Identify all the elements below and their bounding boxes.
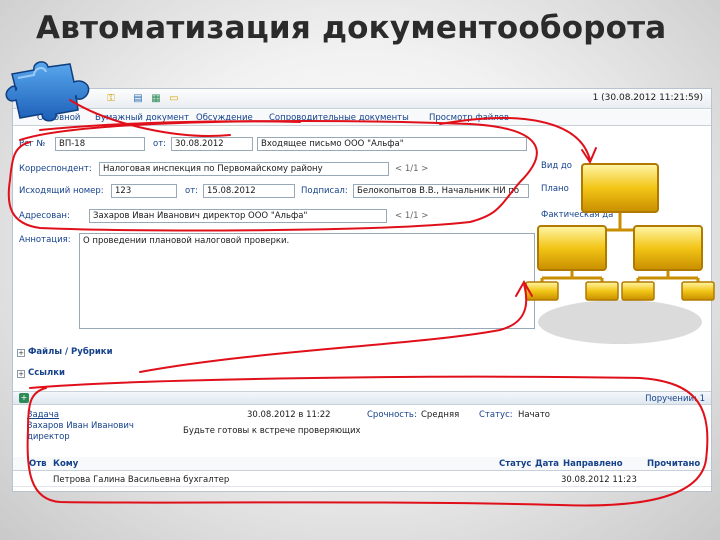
- annotation-textarea[interactable]: О проведении плановой налоговой проверки…: [79, 233, 535, 329]
- slide-title: Автоматизация документооборота: [36, 10, 667, 46]
- table-header-row: Отв Кому Статус Дата Направлено Прочитан…: [13, 457, 711, 471]
- addressee-label: Адресован:: [19, 211, 70, 221]
- toolbar: ⚿ ▤ ▦ ▭ 1 (30.08.2012 11:21:59): [13, 89, 711, 109]
- folder-icon[interactable]: ▭: [168, 93, 180, 105]
- signed-by-label: Подписал:: [301, 186, 348, 196]
- tab-bar: Основной Бумажный документ Обсуждение Со…: [13, 110, 711, 126]
- save-icon[interactable]: ▤: [132, 93, 144, 105]
- row-sent-date: 30.08.2012 11:23: [561, 475, 637, 485]
- add-assignment-icon[interactable]: +: [19, 393, 29, 403]
- table-row[interactable]: Петрова Галина Васильевна бухгалтер 30.0…: [13, 473, 711, 487]
- outgoing-number-field[interactable]: 123: [111, 184, 177, 198]
- task-text: Будьте готовы к встрече проверяющих: [183, 426, 361, 436]
- expand-icon[interactable]: +: [17, 349, 25, 357]
- correspondent-pager[interactable]: < 1/1 >: [395, 164, 428, 174]
- col-header-sent[interactable]: Направлено: [563, 459, 623, 469]
- addressee-field[interactable]: Захаров Иван Иванович директор ООО "Альф…: [89, 209, 387, 223]
- links-section-header[interactable]: + Ссылки: [17, 368, 65, 378]
- col-header-date[interactable]: Дата: [535, 459, 559, 469]
- tree-icon[interactable]: ▦: [150, 93, 162, 105]
- key-icon[interactable]: ⚿: [105, 93, 117, 105]
- task-status-value: Начато: [518, 410, 550, 420]
- row-recipient: Петрова Галина Васильевна бухгалтер: [53, 475, 230, 485]
- assignments-count: Поручений: 1: [645, 394, 705, 404]
- tab-discussion[interactable]: Обсуждение: [196, 113, 253, 123]
- links-section-label: Ссылки: [28, 368, 65, 378]
- files-section-header[interactable]: + Файлы / Рубрики: [17, 347, 113, 357]
- outgoing-number-label: Исходящий номер:: [19, 186, 104, 196]
- annotation-label: Аннотация:: [19, 235, 71, 245]
- col-header-responsible[interactable]: Отв: [29, 459, 47, 469]
- signed-by-field[interactable]: Белокопытов В.В., Начальник НИ по: [353, 184, 529, 198]
- reg-date-label: от:: [153, 139, 167, 149]
- tab-view-files[interactable]: Просмотр файлов: [429, 113, 509, 123]
- correspondent-field[interactable]: Налоговая инспекция по Первомайскому рай…: [99, 162, 389, 176]
- correspondent-label: Корреспондент:: [19, 164, 92, 174]
- task-status-label: Статус:: [479, 410, 513, 420]
- outgoing-date-label: от:: [185, 186, 199, 196]
- document-title-field[interactable]: Входящее письмо ООО "Альфа": [257, 137, 527, 151]
- outgoing-date-field[interactable]: 15.08.2012: [203, 184, 295, 198]
- col-header-read[interactable]: Прочитано: [647, 459, 700, 469]
- urgency-label: Срочность:: [367, 410, 417, 420]
- col-header-to[interactable]: Кому: [53, 459, 78, 469]
- task-datetime: 30.08.2012 в 11:22: [247, 410, 331, 420]
- task-author: Захаров Иван Иванович директор: [27, 421, 134, 442]
- assignments-strip: + Поручений: 1: [13, 391, 711, 405]
- puzzle-piece-icon: [5, 61, 90, 122]
- addressee-pager[interactable]: < 1/1 >: [395, 211, 428, 221]
- expand-icon[interactable]: +: [17, 370, 25, 378]
- reg-number-label: Рег №: [19, 139, 46, 149]
- reg-date-field[interactable]: 30.08.2012: [171, 137, 253, 151]
- tab-accompanying-documents[interactable]: Сопроводительные документы: [269, 113, 409, 123]
- reg-number-field[interactable]: ВП-18: [55, 137, 145, 151]
- col-header-status[interactable]: Статус: [499, 459, 531, 469]
- task-link[interactable]: Задача: [27, 410, 59, 420]
- files-section-label: Файлы / Рубрики: [28, 347, 113, 357]
- urgency-value: Средняя: [421, 410, 460, 420]
- org-chart-icon: [525, 163, 715, 344]
- tab-paper-document[interactable]: Бумажный документ: [95, 113, 189, 123]
- document-status: 1 (30.08.2012 11:21:59): [592, 93, 703, 103]
